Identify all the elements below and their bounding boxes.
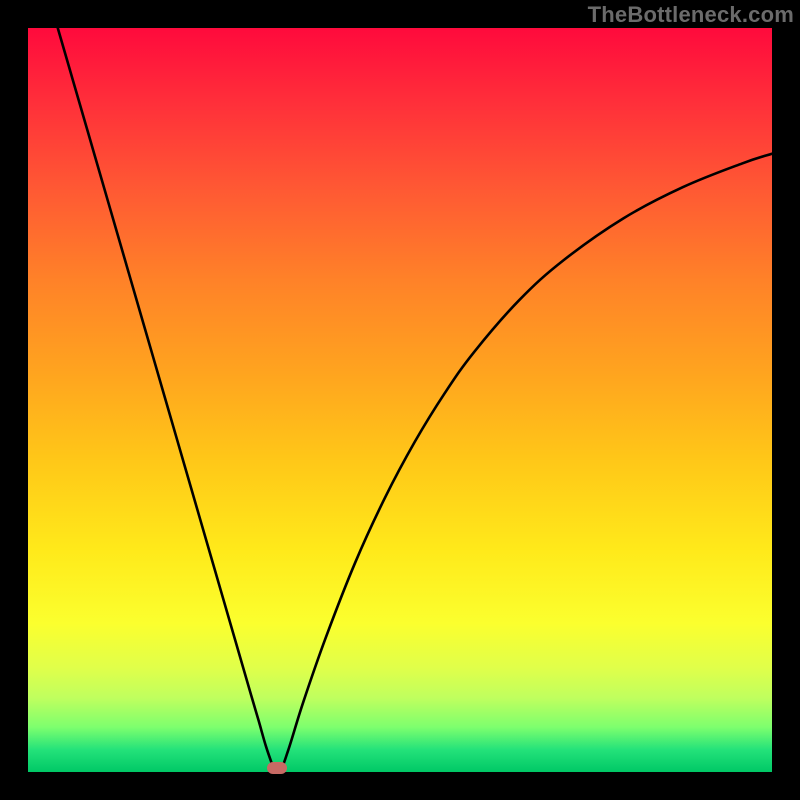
watermark-text: TheBottleneck.com (588, 2, 794, 28)
plot-area (28, 28, 772, 772)
optimal-point-marker (267, 762, 287, 774)
bottleneck-curve (28, 28, 772, 772)
chart-frame: TheBottleneck.com (0, 0, 800, 800)
